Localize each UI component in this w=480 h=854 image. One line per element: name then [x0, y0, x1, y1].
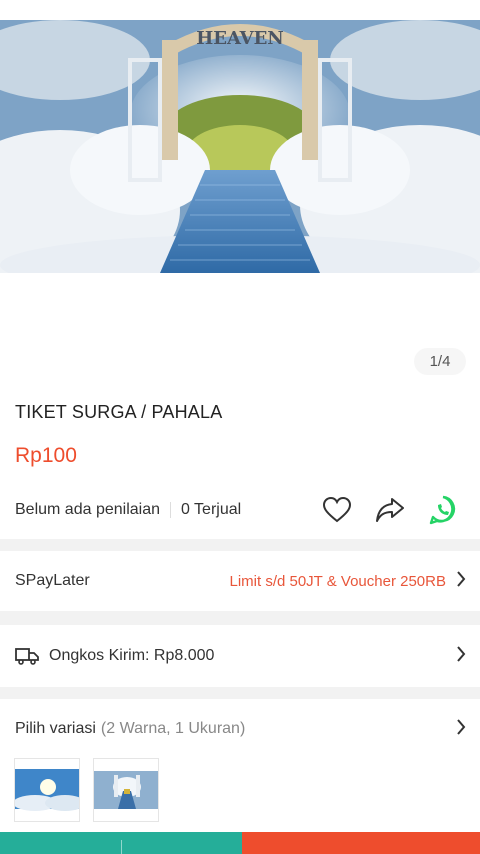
shipping-row[interactable]: Ongkos Kirim: Rp8.000: [0, 625, 480, 687]
section-divider: [0, 687, 480, 699]
variation-row[interactable]: Pilih variasi (2 Warna, 1 Ukuran): [0, 699, 480, 759]
spaylater-promo: Limit s/d 50JT & Voucher 250RB: [229, 572, 446, 590]
rating-status[interactable]: Belum ada penilaian: [15, 501, 160, 519]
variation-thumbnails: [14, 758, 159, 822]
image-gallery-area[interactable]: [0, 273, 480, 385]
heaven-gate-illustration: HEAVEN: [0, 20, 480, 273]
chat-cart-area[interactable]: [0, 832, 242, 854]
status-bar: [0, 0, 480, 20]
section-divider: [0, 611, 480, 625]
share-icon[interactable]: [374, 494, 405, 525]
heart-icon[interactable]: [321, 494, 352, 525]
bottom-action-bar: [0, 832, 480, 854]
variation-detail: (2 Warna, 1 Ukuran): [100, 720, 246, 737]
variation-label: Pilih variasi: [15, 720, 96, 737]
chevron-right-icon: [456, 645, 466, 667]
meta-separator: [170, 502, 171, 518]
bar-separator: [121, 840, 122, 854]
chevron-right-icon: [456, 570, 466, 592]
chevron-right-icon: [456, 718, 466, 740]
variation-thumbnail[interactable]: [93, 758, 159, 822]
spaylater-row[interactable]: SPayLater Limit s/d 50JT & Voucher 250RB: [0, 551, 480, 611]
section-divider: [0, 539, 480, 551]
shipping-label: Ongkos Kirim: Rp8.000: [49, 647, 215, 664]
product-main-image[interactable]: HEAVEN: [0, 20, 480, 273]
whatsapp-icon[interactable]: [427, 494, 458, 525]
sold-count: 0 Terjual: [181, 501, 242, 518]
gallery-pager: 1/4: [414, 348, 466, 375]
gate-sign-text: HEAVEN: [196, 28, 284, 49]
product-meta: Belum ada penilaian 0 Terjual: [15, 499, 241, 521]
truck-icon: [15, 647, 39, 665]
spaylater-label: SPayLater: [15, 572, 90, 589]
product-title: TIKET SURGA / PAHALA: [15, 402, 223, 422]
variation-thumbnail[interactable]: [14, 758, 80, 822]
product-actions: [321, 494, 458, 525]
buy-now-button[interactable]: [242, 832, 480, 854]
product-price: Rp100: [15, 444, 77, 467]
